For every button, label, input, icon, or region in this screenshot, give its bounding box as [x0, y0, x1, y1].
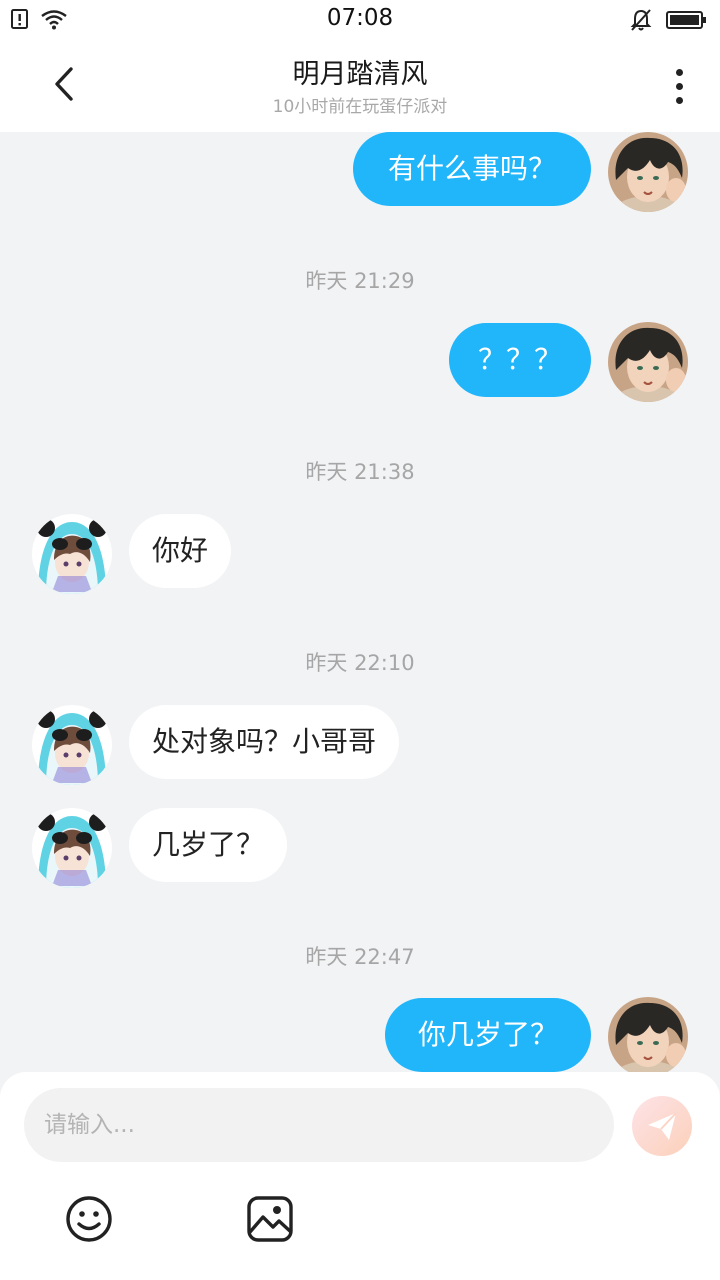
image-icon	[247, 1196, 293, 1242]
status-right	[630, 8, 708, 32]
message-bubble-outgoing[interactable]: 有什么事吗？	[353, 132, 591, 206]
message-bubble-incoming[interactable]: 几岁了？	[129, 808, 288, 882]
more-options-button[interactable]	[662, 60, 696, 112]
my-avatar[interactable]	[608, 997, 688, 1077]
message-bubble-outgoing[interactable]: ？？？	[449, 323, 591, 397]
send-button[interactable]	[632, 1096, 692, 1156]
message-bubble-incoming[interactable]: 你好	[129, 514, 232, 588]
contact-avatar[interactable]	[32, 808, 112, 888]
bell-muted-icon	[630, 9, 652, 31]
contact-status: 10小时前在玩蛋仔派对	[272, 97, 448, 117]
message-timestamp: 昨天 21:38	[305, 460, 415, 484]
my-avatar[interactable]	[608, 322, 688, 402]
message-timestamp: 昨天 22:10	[305, 651, 415, 675]
message-timestamp: 昨天 22:47	[305, 945, 415, 969]
more-vertical-icon-dot	[675, 96, 683, 104]
contact-name: 明月踏清风	[292, 59, 428, 90]
status-time: 07:08	[326, 5, 394, 31]
smiley-icon	[66, 1196, 112, 1242]
message-timestamp: 昨天 21:29	[305, 269, 415, 293]
message-input[interactable]	[24, 1088, 614, 1162]
battery-icon	[666, 11, 706, 29]
paper-plane-icon	[648, 1112, 677, 1140]
image-button[interactable]	[245, 1194, 295, 1244]
my-avatar[interactable]	[608, 132, 688, 212]
message-bubble-incoming[interactable]: 处对象吗？小哥哥	[129, 705, 400, 779]
status-bar: 07:08	[0, 0, 720, 40]
composer-panel	[0, 1072, 720, 1280]
more-vertical-icon-dot	[675, 82, 683, 90]
message-bubble-outgoing[interactable]: 你几岁了？	[385, 998, 591, 1072]
chat-header: 明月踏清风 10小时前在玩蛋仔派对	[0, 40, 720, 132]
contact-avatar[interactable]	[32, 514, 112, 594]
emoji-button[interactable]	[64, 1194, 114, 1244]
chat-screen: 07:08 明月踏清风 10小时前在玩蛋仔派对 有什么事吗？ 昨天 21:29 …	[0, 0, 720, 1280]
more-vertical-icon	[675, 68, 683, 76]
contact-avatar[interactable]	[32, 705, 112, 785]
